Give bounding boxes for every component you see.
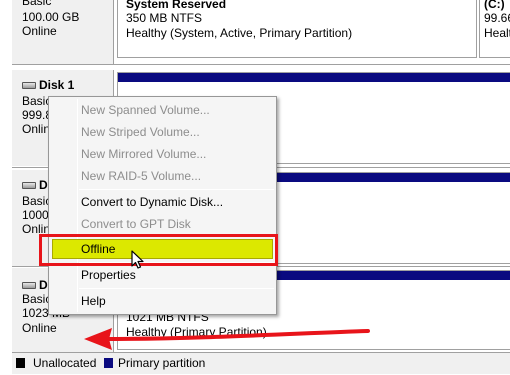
disk3-status: Online <box>22 321 57 335</box>
unallocated-swatch <box>16 358 25 368</box>
legend-primary-label: Primary partition <box>118 356 206 370</box>
disk2-title-label: D <box>39 178 48 192</box>
partition-size-fs: 350 MB NTFS <box>126 11 203 25</box>
partition-status: Healthy (System, Active, Primary Partiti… <box>126 26 353 40</box>
disk1-title-label: Disk 1 <box>39 78 75 92</box>
partition-status: Healt <box>484 26 510 40</box>
annotation-highlight-box <box>39 234 278 266</box>
menu-separator <box>79 189 274 190</box>
disk1-status: Onlin <box>22 122 51 136</box>
row-separator <box>12 64 510 65</box>
primary-partition-swatch <box>104 358 113 368</box>
disk-icon <box>22 82 36 90</box>
menu-item-new-raid5-volume[interactable]: New RAID-5 Volume... <box>81 166 201 186</box>
mouse-cursor-icon <box>131 250 144 269</box>
menu-item-convert-dynamic[interactable]: Convert to Dynamic Disk... <box>81 192 223 212</box>
disk-icon <box>22 182 36 190</box>
disk3-type: Basic <box>22 292 52 306</box>
primary-partition-bar <box>118 73 510 82</box>
menu-separator <box>79 288 274 289</box>
disk-icon <box>22 282 36 290</box>
partition-size-fs: 99.66 <box>484 11 510 25</box>
disk2-title: D <box>22 178 48 192</box>
legend-bar: Unallocated Primary partition <box>12 352 510 374</box>
menu-item-new-mirrored-volume[interactable]: New Mirrored Volume... <box>81 144 206 164</box>
disk2-size: 1000 <box>22 208 49 222</box>
menu-item-new-striped-volume[interactable]: New Striped Volume... <box>81 122 200 142</box>
partition-name: (C:) <box>484 0 505 11</box>
legend-unallocated-label: Unallocated <box>33 356 97 370</box>
disk0-size: 100.00 GB <box>22 10 80 24</box>
partition-name: System Reserved <box>126 0 227 11</box>
menu-item-properties[interactable]: Properties <box>81 265 136 285</box>
disk1-type: Basic <box>22 94 52 108</box>
partition-system-reserved[interactable]: System Reserved 350 MB NTFS Healthy (Sys… <box>117 0 477 58</box>
annotation-arrow-icon <box>84 328 370 350</box>
disk2-type: Basic <box>22 194 52 208</box>
partition-c[interactable]: (C:) 99.66 Healt <box>479 0 510 58</box>
disk1-title: Disk 1 <box>22 78 74 92</box>
disk0-type: Basic <box>22 0 52 8</box>
disk0-status: Online <box>22 24 57 38</box>
disk-context-menu: New Spanned Volume... New Striped Volume… <box>48 96 277 315</box>
disk3-title-label: D <box>39 278 48 292</box>
menu-item-convert-gpt[interactable]: Convert to GPT Disk <box>81 214 191 234</box>
menu-gutter <box>77 99 78 312</box>
menu-item-help[interactable]: Help <box>81 291 106 311</box>
disk0-info-panel[interactable]: Basic 100.00 GB Online <box>12 0 114 64</box>
disk3-title: D <box>22 278 48 292</box>
menu-item-new-spanned-volume[interactable]: New Spanned Volume... <box>81 100 210 120</box>
